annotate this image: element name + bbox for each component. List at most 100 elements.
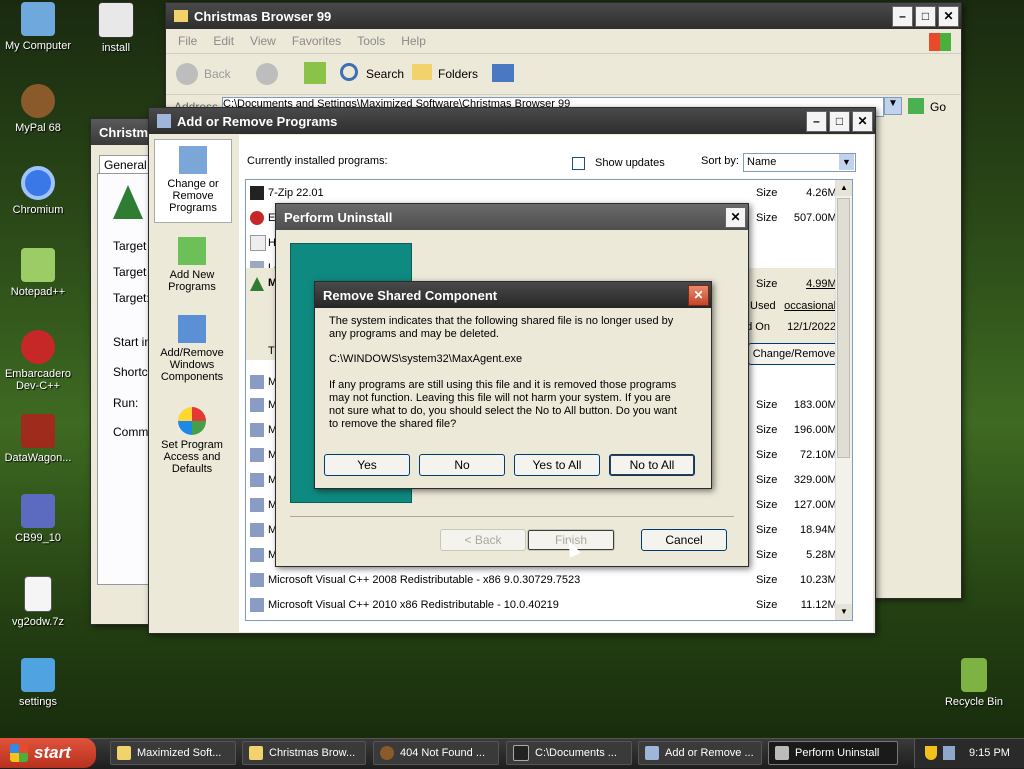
menu-edit[interactable]: Edit — [213, 34, 234, 48]
msvc-icon — [250, 447, 264, 462]
views-icon[interactable] — [492, 64, 514, 82]
go-button-label[interactable]: Go — [930, 100, 946, 114]
maximize-button[interactable]: □ — [915, 5, 936, 27]
program-row[interactable]: Microsoft Visual C++ 2008 Redistributabl… — [246, 567, 852, 592]
menu-favorites[interactable]: Favorites — [292, 34, 341, 48]
desktop-icon-install[interactable]: install — [74, 2, 158, 54]
program-row[interactable]: 7-Zip 22.01 Size 4.26MB — [246, 180, 852, 205]
desktop-icon-chromium[interactable]: Chromium — [0, 166, 80, 216]
taskbar-item-christmas-browser[interactable]: Christmas Brow... — [242, 741, 366, 765]
installer-icon — [98, 2, 134, 38]
taskbar-item-perform-uninstall[interactable]: Perform Uninstall — [768, 741, 898, 765]
no-to-all-button[interactable]: No to All — [609, 454, 695, 476]
back-arrow-icon[interactable] — [176, 63, 198, 85]
desktop-icon-mypal[interactable]: MyPal 68 — [0, 84, 80, 134]
menu-help[interactable]: Help — [401, 34, 426, 48]
back-button-label[interactable]: Back — [204, 67, 231, 81]
sidebar-program-access[interactable]: Set Program Access and Defaults — [154, 403, 230, 483]
sidebar-change-remove[interactable]: Change or Remove Programs — [154, 139, 232, 223]
taskbar-item-maximized-software[interactable]: Maximized Soft... — [110, 741, 236, 765]
last-used-value: 12/1/2022 — [787, 321, 836, 333]
browser-toolbar: Back Search Folders — [166, 54, 961, 95]
desktop-icon-recycle-bin[interactable]: Recycle Bin — [932, 658, 1016, 708]
arp-title-icon — [157, 114, 171, 128]
uninstall-titlebar[interactable]: Perform Uninstall ✕ — [276, 204, 748, 230]
forward-arrow-icon[interactable] — [256, 63, 278, 85]
back-button[interactable]: < Back — [440, 529, 526, 551]
change-remove-button[interactable]: Change/Remove — [748, 343, 840, 365]
7zip-icon — [513, 745, 529, 761]
clock[interactable]: 9:15 PM — [969, 747, 1010, 759]
desktop-icon-notepadpp[interactable]: Notepad++ — [0, 248, 80, 298]
browser-menubar: File Edit View Favorites Tools Help — [166, 29, 961, 54]
folder-icon — [117, 746, 131, 760]
computer-icon — [21, 2, 55, 36]
show-updates-checkbox[interactable] — [572, 157, 585, 170]
program-row[interactable]: Microsoft Visual C++ 2010 x86 Redistribu… — [246, 592, 852, 617]
uninstall-close-button[interactable]: ✕ — [725, 206, 746, 228]
cancel-button[interactable]: Cancel — [641, 529, 727, 551]
dialog-message-1: The system indicates that the following … — [329, 315, 674, 340]
security-shield-icon[interactable] — [925, 746, 937, 760]
program-list-scrollbar[interactable]: ▲ ▼ — [835, 180, 852, 620]
devcpp-icon — [21, 330, 55, 364]
mypal-icon — [21, 84, 55, 118]
up-folder-icon[interactable] — [304, 62, 326, 84]
sort-by-label: Sort by: — [701, 155, 739, 167]
msvc-icon — [250, 422, 264, 437]
menu-file[interactable]: File — [178, 34, 197, 48]
search-icon[interactable] — [340, 63, 358, 81]
properties-tab-general[interactable]: General — [99, 155, 152, 175]
scroll-down-arrow-icon[interactable]: ▼ — [836, 604, 852, 620]
arp-close-button[interactable]: ✕ — [852, 110, 873, 132]
desktop-icon-cb99[interactable]: CB99_10 — [0, 494, 80, 544]
network-icon[interactable] — [943, 746, 955, 760]
desktop-icon-datawagon[interactable]: DataWagon... — [0, 414, 80, 464]
yes-to-all-button[interactable]: Yes to All — [514, 454, 600, 476]
remove-shared-component-dialog[interactable]: Remove Shared Component ✕ The system ind… — [314, 281, 712, 489]
search-button-label[interactable]: Search — [366, 67, 404, 81]
sidebar-windows-components[interactable]: Add/Remove Windows Components — [154, 311, 230, 391]
sidebar-add-new[interactable]: Add New Programs — [154, 233, 230, 303]
cb99-icon — [21, 494, 55, 528]
go-icon[interactable] — [908, 98, 924, 114]
windows-logo-icon — [10, 744, 28, 762]
menu-tools[interactable]: Tools — [357, 34, 385, 48]
no-button[interactable]: No — [419, 454, 505, 476]
close-button[interactable]: ✕ — [938, 5, 959, 27]
show-updates-label: Show updates — [595, 157, 665, 169]
browser-titlebar[interactable]: Christmas Browser 99 – □ ✕ — [166, 3, 961, 29]
taskbar-item-documents[interactable]: C:\Documents ... — [506, 741, 632, 765]
folders-button-label[interactable]: Folders — [438, 67, 478, 81]
msvc-icon — [250, 374, 264, 389]
dialog-titlebar[interactable]: Remove Shared Component ✕ — [315, 282, 711, 308]
desktop-icon-vg2odw[interactable]: vg2odw.7z — [0, 576, 80, 628]
scroll-thumb[interactable] — [837, 198, 850, 458]
desktop-icon-my-computer[interactable]: My Computer — [0, 2, 80, 52]
taskbar-item-add-remove[interactable]: Add or Remove ... — [638, 741, 762, 765]
msvc-icon — [250, 597, 264, 612]
arp-titlebar[interactable]: Add or Remove Programs – □ ✕ — [149, 108, 875, 134]
folders-icon[interactable] — [412, 64, 432, 80]
start-button[interactable]: start — [0, 738, 96, 768]
dialog-title: Remove Shared Component — [323, 287, 498, 303]
tree-small-icon — [250, 277, 264, 291]
dialog-file-path: C:\WINDOWS\system32\MaxAgent.exe — [329, 353, 523, 365]
properties-label-target: Target: — [113, 291, 150, 305]
dialog-message-2: If any programs are still using this fil… — [329, 379, 677, 430]
dialog-close-button[interactable]: ✕ — [688, 284, 709, 306]
browser-icon — [380, 746, 394, 760]
arp-maximize-button[interactable]: □ — [829, 110, 850, 132]
minimize-button[interactable]: – — [892, 5, 913, 27]
folder-icon — [174, 10, 188, 22]
desktop-icon-devcpp[interactable]: Embarcadero Dev-C++ — [0, 330, 80, 392]
scroll-up-arrow-icon[interactable]: ▲ — [836, 180, 852, 196]
address-dropdown-button[interactable]: ▼ — [884, 97, 902, 115]
desktop-icon-settings[interactable]: settings — [0, 658, 80, 708]
windows-flag-icon — [929, 33, 951, 51]
sort-dropdown-icon[interactable]: ▼ — [839, 154, 854, 170]
yes-button[interactable]: Yes — [324, 454, 410, 476]
menu-view[interactable]: View — [250, 34, 276, 48]
arp-minimize-button[interactable]: – — [806, 110, 827, 132]
taskbar-item-404[interactable]: 404 Not Found ... — [373, 741, 499, 765]
